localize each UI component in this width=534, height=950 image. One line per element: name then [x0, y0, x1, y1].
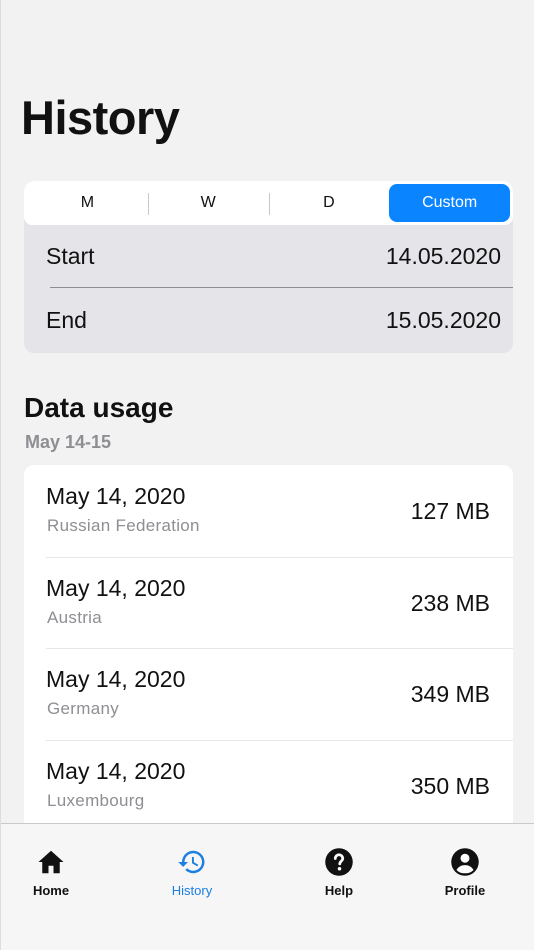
data-usage-subtitle: May 14-15 [25, 432, 112, 452]
list-item[interactable]: May 14, 2020 Austria 238 MB [24, 556, 513, 649]
tab-help-label: Help [324, 883, 354, 898]
tab-history[interactable]: History [101, 824, 283, 904]
usage-date: May 14, 2020 [46, 757, 186, 784]
end-date-label: End [46, 306, 87, 333]
end-date-value: 15.05.2020 [385, 306, 501, 333]
help-icon [324, 847, 354, 877]
segment-day[interactable]: D [268, 184, 390, 222]
usage-date: May 14, 2020 [46, 574, 186, 601]
start-date-label: Start [46, 242, 95, 269]
data-usage-title: Data usage [24, 392, 174, 423]
tab-home-label: Home [32, 883, 70, 898]
start-date-row[interactable]: Start 14.05.2020 [46, 224, 501, 288]
data-usage-list: May 14, 2020 Russian Federation 127 MB M… [24, 465, 513, 865]
usage-country: Russian Federation [47, 516, 200, 535]
page-title: History [21, 91, 180, 144]
profile-icon [450, 847, 480, 877]
tab-profile-label: Profile [444, 883, 486, 898]
usage-amount: 349 MB [410, 681, 490, 707]
usage-date: May 14, 2020 [46, 483, 186, 509]
tab-bar: Home History Help Profile [1, 823, 534, 950]
usage-country: Luxembourg [47, 790, 145, 810]
end-date-row[interactable]: End 15.05.2020 [46, 288, 501, 352]
usage-amount: 127 MB [410, 498, 490, 524]
home-icon [36, 847, 66, 877]
tab-home[interactable]: Home [1, 824, 101, 904]
tab-help[interactable]: Help [283, 824, 395, 904]
list-item[interactable]: May 14, 2020 Russian Federation 127 MB [24, 465, 513, 557]
history-icon [177, 847, 207, 877]
usage-amount: 350 MB [410, 772, 490, 799]
segment-month[interactable]: M [27, 184, 148, 222]
tab-history-label: History [171, 883, 213, 898]
usage-country: Austria [47, 607, 103, 627]
usage-amount: 238 MB [410, 589, 490, 616]
segment-week[interactable]: W [147, 184, 269, 222]
tab-profile[interactable]: Profile [395, 824, 534, 904]
list-item[interactable]: May 14, 2020 Luxembourg 350 MB [24, 739, 513, 832]
list-item[interactable]: May 14, 2020 Germany 349 MB [24, 648, 513, 740]
usage-date: May 14, 2020 [46, 666, 186, 692]
segment-custom[interactable]: Custom [389, 184, 510, 222]
history-screen: History M W D Custom Start 14.05.2020 En… [0, 0, 534, 950]
start-date-value: 14.05.2020 [385, 242, 501, 269]
period-segmented-control: M W D Custom [24, 181, 513, 225]
date-filter-card: M W D Custom Start 14.05.2020 End 15.05.… [24, 181, 513, 353]
usage-country: Germany [47, 699, 120, 718]
